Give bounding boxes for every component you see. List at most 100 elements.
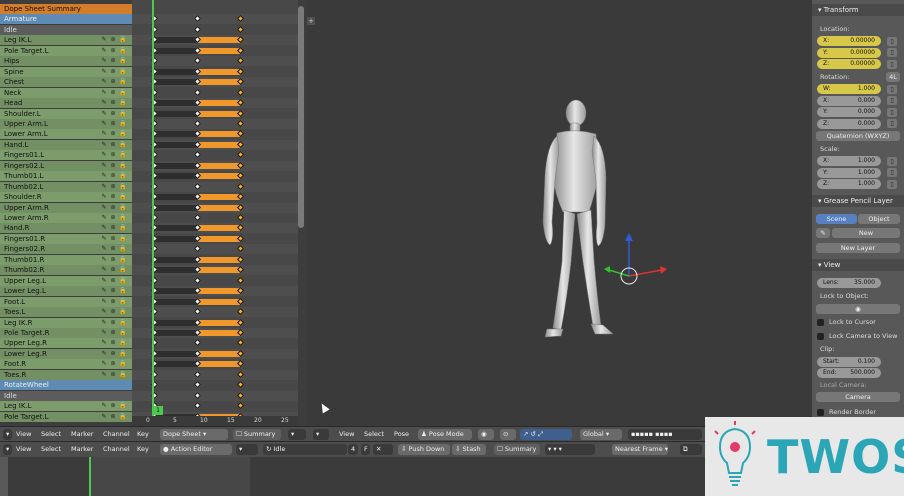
keyframe-row[interactable] xyxy=(132,265,298,276)
lock-icon[interactable]: 🔒 xyxy=(119,287,126,294)
keyframe-row[interactable] xyxy=(132,255,298,265)
mute-icon[interactable]: ⊚ xyxy=(110,162,116,169)
channel-row[interactable]: Foot.L ✎ ⊚ 🔒 xyxy=(0,296,132,307)
view-header[interactable]: ▾ View xyxy=(812,259,904,271)
lock-icon[interactable]: 🔒 xyxy=(119,308,126,315)
mute-icon[interactable]: ⊚ xyxy=(110,350,116,357)
channel-row[interactable]: Upper Leg.L ✎ ⊚ 🔒 xyxy=(0,275,132,286)
3d-viewport[interactable] xyxy=(307,0,812,426)
menu-key-2[interactable]: Key xyxy=(137,444,149,455)
keyframe[interactable] xyxy=(193,151,202,159)
fcurve-icon[interactable]: ✎ xyxy=(101,245,107,252)
editor-type-icon[interactable]: ▾ xyxy=(3,429,12,440)
keyframe[interactable] xyxy=(236,308,245,316)
new-layer-button[interactable]: New Layer xyxy=(816,243,900,253)
channel-row[interactable]: Lower Arm.L ✎ ⊚ 🔒 xyxy=(0,129,132,140)
lock-icon[interactable]: 🔒 xyxy=(119,130,126,137)
location-field[interactable]: Y: 0.00000 xyxy=(817,47,881,58)
keyframe[interactable] xyxy=(193,381,202,389)
lock-icon[interactable]: ▯ xyxy=(887,84,897,94)
fcurve-icon[interactable]: ✎ xyxy=(101,151,107,158)
channel-row[interactable]: Pole Target.L ✎ ⊚ 🔒 xyxy=(0,45,132,56)
keyframe-row[interactable] xyxy=(132,4,298,14)
lock-icon[interactable]: 🔒 xyxy=(119,402,126,409)
fcurve-icon[interactable]: ✎ xyxy=(101,308,107,315)
channel-row[interactable]: Lower Leg.R ✎ ⊚ 🔒 xyxy=(0,348,132,359)
keyframe-row[interactable] xyxy=(132,380,298,390)
channel-row[interactable]: Spine ✎ ⊚ 🔒 xyxy=(0,66,132,77)
snap-dropdown[interactable]: Nearest Frame ▾ xyxy=(612,444,668,455)
keyframe-row[interactable] xyxy=(132,77,298,88)
channel-row[interactable]: Thumb01.R ✎ ⊚ 🔒 xyxy=(0,254,132,265)
fcurve-icon[interactable]: ✎ xyxy=(101,266,107,273)
lock-icon[interactable]: 🔒 xyxy=(119,36,126,43)
mute-icon[interactable]: ⊚ xyxy=(110,214,116,221)
mute-icon[interactable]: ⊚ xyxy=(110,110,116,117)
mute-icon[interactable]: ⊚ xyxy=(110,141,116,148)
keyframe[interactable] xyxy=(236,151,245,159)
keyframe[interactable] xyxy=(236,213,245,222)
fcurve-icon[interactable]: ✎ xyxy=(101,162,107,169)
plus-icon[interactable]: + xyxy=(307,17,315,25)
lock-icon[interactable]: ▯ xyxy=(887,168,897,177)
keyframe-row[interactable] xyxy=(132,213,298,223)
action-idle[interactable]: Idle xyxy=(0,24,132,35)
fcurve-icon[interactable]: ✎ xyxy=(101,57,107,64)
lock-icon[interactable]: 🔒 xyxy=(119,360,126,367)
fcurve-icon[interactable]: ✎ xyxy=(101,141,107,148)
channel-row[interactable]: Hand.L ✎ ⊚ 🔒 xyxy=(0,139,132,150)
fcurve-icon[interactable]: ✎ xyxy=(101,89,107,96)
channel-row[interactable]: Lower Leg.L ✎ ⊚ 🔒 xyxy=(0,286,132,297)
lock-icon[interactable]: ▯ xyxy=(887,156,897,166)
mute-icon[interactable]: ⊚ xyxy=(110,371,116,378)
rotation-field[interactable]: Z: 0.000 xyxy=(817,118,881,129)
keyframe-row[interactable] xyxy=(132,67,298,77)
keyframe[interactable] xyxy=(193,245,202,253)
scale-field[interactable]: Y: 1.000 xyxy=(817,167,881,178)
keyframe[interactable] xyxy=(236,276,245,284)
channel-row[interactable]: Foot.R ✎ ⊚ 🔒 xyxy=(0,359,132,370)
lock-object-field[interactable]: ◉ xyxy=(816,304,900,314)
rotation-mode-badge[interactable]: 4L xyxy=(886,72,900,82)
lock-icon[interactable]: 🔒 xyxy=(119,298,126,305)
stash-button[interactable]: ⇩ Stash xyxy=(452,444,486,455)
keyframe-row[interactable] xyxy=(132,223,298,234)
lock-icon[interactable]: 🔒 xyxy=(119,162,126,169)
lock-icon[interactable]: 🔒 xyxy=(119,141,126,148)
new-button[interactable]: New xyxy=(832,228,900,238)
fcurve-icon[interactable]: ✎ xyxy=(101,172,107,179)
keyframe-row[interactable] xyxy=(132,14,298,25)
mute-icon[interactable]: ⊚ xyxy=(110,172,116,179)
keyframe-row[interactable] xyxy=(132,98,298,109)
channel-row[interactable]: Shoulder.L ✎ ⊚ 🔒 xyxy=(0,108,132,119)
object-tab[interactable]: Object xyxy=(858,214,900,224)
fcurve-icon[interactable]: ✎ xyxy=(101,204,107,211)
mute-icon[interactable]: ⊚ xyxy=(110,256,116,263)
channel-row[interactable]: Toes.L ✎ ⊚ 🔒 xyxy=(0,307,132,318)
channel-row[interactable]: Pole Target.L ✎ ⊚ 🔒 xyxy=(0,411,132,422)
fcurve-icon[interactable]: ✎ xyxy=(101,256,107,263)
lock-icon[interactable]: 🔒 xyxy=(119,110,126,117)
keyframe[interactable] xyxy=(193,339,202,347)
dope-sheet-summary[interactable]: Dope Sheet Summary xyxy=(0,4,132,14)
mute-icon[interactable]: ⊚ xyxy=(110,245,116,252)
lock-icon[interactable]: ▯ xyxy=(887,179,897,189)
keyframe[interactable] xyxy=(193,88,202,96)
mute-icon[interactable]: ⊚ xyxy=(110,329,116,336)
keyframe-row[interactable] xyxy=(132,160,298,171)
rotatewheel-group[interactable]: RotateWheel xyxy=(0,380,132,391)
keyframe-row[interactable] xyxy=(132,276,298,286)
lock-icon[interactable]: 🔒 xyxy=(119,151,126,158)
unlink-icon[interactable]: ✕ xyxy=(373,444,393,455)
lock-to-cursor-checkbox[interactable] xyxy=(817,319,824,326)
keyframe[interactable] xyxy=(193,119,202,127)
lock-icon[interactable]: 🔒 xyxy=(119,183,126,190)
mute-icon[interactable]: ⊚ xyxy=(110,277,116,284)
fcurve-icon[interactable]: ✎ xyxy=(101,130,107,137)
channel-row[interactable]: Shoulder.R ✎ ⊚ 🔒 xyxy=(0,192,132,203)
lock-icon[interactable]: 🔒 xyxy=(119,235,126,242)
keyframe-row[interactable] xyxy=(132,139,298,150)
copy-paste-icons[interactable]: ⧉ xyxy=(680,444,702,455)
keyframe[interactable] xyxy=(236,57,245,65)
lock-icon[interactable]: 🔒 xyxy=(119,193,126,200)
